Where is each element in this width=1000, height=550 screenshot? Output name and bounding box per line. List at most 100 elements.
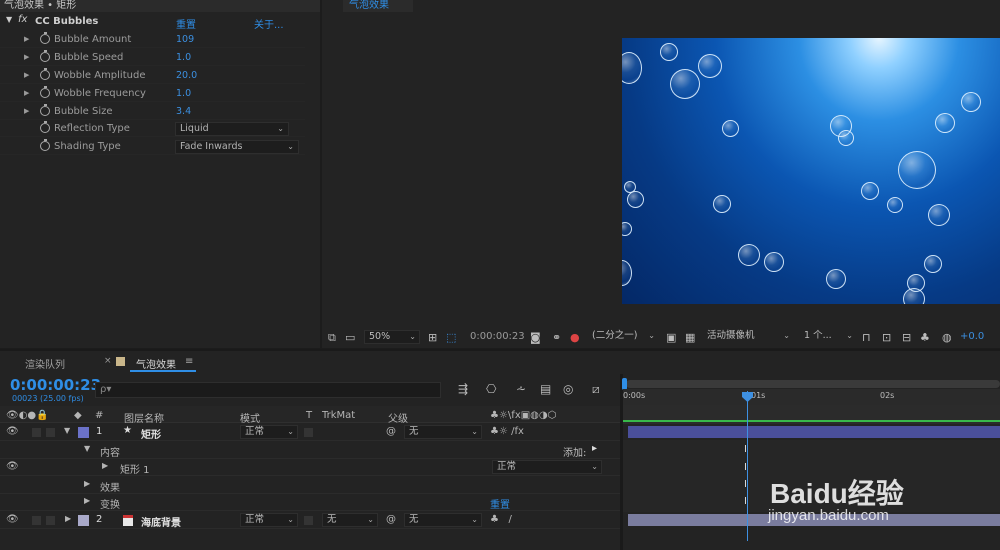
pickwhip-icon[interactable]: @ xyxy=(386,426,396,437)
contents-row[interactable]: ▼ 内容 添加: ▸ xyxy=(0,442,620,459)
effects-row[interactable]: ▶ 效果 xyxy=(0,477,620,494)
camera-dropdown[interactable]: 活动摄像机 ⌄ xyxy=(703,330,793,344)
close-tab-icon[interactable]: × xyxy=(104,356,112,366)
shading-type-dropdown[interactable]: Fade Inwards ⌄ xyxy=(175,140,299,154)
expand-icon[interactable]: ▶ xyxy=(84,496,90,505)
shape-blend-dropdown[interactable]: 正常 ⌄ xyxy=(492,460,602,474)
expand-icon[interactable]: ▶ xyxy=(84,479,90,488)
layer-row-2[interactable]: 👁 ▶ 2 海底背景 正常 ⌄ 无 ⌄ @ 无 ⌄ ♣ / xyxy=(0,512,620,529)
param-value[interactable]: 109 xyxy=(176,31,194,48)
fast-preview-icon[interactable]: ⊓ xyxy=(862,331,871,344)
show-snapshot-icon[interactable]: ⚭ xyxy=(552,331,561,344)
graph-editor-icon[interactable]: ⧄ xyxy=(592,382,600,397)
layer-row-1[interactable]: 👁 ▼ 1 ★ 矩形 正常 ⌄ @ 无 ⌄ ♣☼ /fx xyxy=(0,424,620,441)
expand-icon[interactable]: ▶ xyxy=(24,103,29,120)
trkmat-dropdown[interactable]: 无 ⌄ xyxy=(322,513,378,527)
expand-icon[interactable]: ▶ xyxy=(24,85,29,102)
hierarchy-icon[interactable]: ♣ xyxy=(920,331,930,344)
expand-icon[interactable]: ▶ xyxy=(65,514,71,523)
tab-menu-icon[interactable]: ≡ xyxy=(185,356,193,367)
av-switches-icon[interactable]: 👁◐●🔒 xyxy=(6,410,49,421)
visibility-eye-icon[interactable]: 👁 xyxy=(6,426,19,437)
tab-render-queue[interactable]: 渲染队列 xyxy=(25,356,65,371)
stopwatch-icon[interactable] xyxy=(40,50,50,62)
reflection-type-dropdown[interactable]: Liquid ⌄ xyxy=(175,122,289,136)
transparency-grid-icon[interactable]: ▦ xyxy=(685,331,695,344)
mask-icon[interactable]: ⬚ xyxy=(446,331,456,344)
switches-icon[interactable]: ♣☼\fx▣◍◑⬡ xyxy=(490,410,556,421)
expand-icon[interactable]: ▶ xyxy=(24,67,29,84)
param-value[interactable]: 1.0 xyxy=(176,49,191,66)
fx-icon[interactable]: fx xyxy=(18,14,27,25)
viewer-timecode[interactable]: 0:00:00:23 xyxy=(470,331,525,342)
stopwatch-icon[interactable] xyxy=(40,139,50,151)
exposure-value[interactable]: +0.0 xyxy=(960,331,984,342)
stopwatch-icon[interactable] xyxy=(40,32,50,44)
shape-group-row[interactable]: 👁 ▶ 矩形 1 正常 ⌄ xyxy=(0,459,620,476)
grid-icon[interactable]: ⊞ xyxy=(428,331,437,344)
stopwatch-icon[interactable] xyxy=(40,104,50,116)
visibility-eye-icon[interactable]: 👁 xyxy=(6,514,19,525)
work-area-bar[interactable] xyxy=(626,380,1000,388)
draft-3d-icon[interactable]: ⎔ xyxy=(486,382,496,396)
color-channels-icon[interactable]: ● xyxy=(570,331,580,344)
expand-icon[interactable]: ▶ xyxy=(102,461,108,470)
transform-reset-button[interactable]: 重置 xyxy=(490,496,510,511)
label-icon[interactable]: ◆ xyxy=(74,410,82,421)
param-value[interactable]: 20.0 xyxy=(176,67,197,84)
flowchart-icon[interactable]: ⊟ xyxy=(902,331,911,344)
roi-icon[interactable]: ▣ xyxy=(666,331,676,344)
layer-search-input[interactable]: ρ▾ xyxy=(95,382,441,398)
reset-exposure-icon[interactable]: ◍ xyxy=(942,331,952,344)
motion-blur-icon[interactable]: ◎ xyxy=(563,382,573,396)
stopwatch-icon[interactable] xyxy=(40,86,50,98)
resolution-dropdown[interactable]: (二分之一) ⌄ xyxy=(588,330,658,344)
stopwatch-icon[interactable] xyxy=(40,68,50,80)
expand-icon[interactable]: ▶ xyxy=(24,31,29,48)
param-value[interactable]: 3.4 xyxy=(176,103,191,120)
column-layer-name[interactable]: 图层名称 xyxy=(124,410,164,425)
current-time-display[interactable]: 0:00:00:23 xyxy=(10,376,101,394)
lock-toggle[interactable] xyxy=(46,428,55,437)
composition-flowchart-icon[interactable]: ⇶ xyxy=(458,382,468,396)
time-ruler[interactable] xyxy=(623,389,1000,405)
camera-snapshot-icon[interactable]: ◙ xyxy=(530,331,541,344)
frame-blending-icon[interactable]: ▤ xyxy=(540,382,551,396)
preserve-transparency-toggle[interactable] xyxy=(304,516,313,525)
region-icon[interactable]: ⧉ xyxy=(328,331,336,345)
composition-viewer[interactable] xyxy=(622,38,1000,304)
layer-1-duration-bar[interactable] xyxy=(628,426,1000,438)
solo-toggle[interactable] xyxy=(32,516,41,525)
views-dropdown[interactable]: 1 个... ⌄ xyxy=(800,330,856,344)
about-button[interactable]: 关于... xyxy=(254,16,284,31)
layer-name[interactable]: 矩形 xyxy=(141,426,161,441)
column-t[interactable]: T xyxy=(306,410,312,421)
monitor-icon[interactable]: ▭ xyxy=(345,331,355,344)
preserve-transparency-toggle[interactable] xyxy=(304,428,313,437)
visibility-eye-icon[interactable]: 👁 xyxy=(6,461,19,472)
composition-tab[interactable]: 气泡效果 xyxy=(343,0,413,12)
column-trkmat[interactable]: TrkMat xyxy=(322,410,355,421)
add-button-icon[interactable]: ▸ xyxy=(592,443,597,454)
timeline-icon[interactable]: ⊡ xyxy=(882,331,891,344)
tab-bubble-effect[interactable]: 气泡效果 xyxy=(136,356,176,371)
current-time-indicator[interactable] xyxy=(747,391,748,541)
blend-mode-dropdown[interactable]: 正常 ⌄ xyxy=(240,425,298,439)
parent-dropdown[interactable]: 无 ⌄ xyxy=(404,513,482,527)
collapse-icon[interactable]: ▼ xyxy=(64,426,70,435)
lock-toggle[interactable] xyxy=(46,516,55,525)
blend-mode-dropdown[interactable]: 正常 ⌄ xyxy=(240,513,298,527)
column-parent[interactable]: 父级 xyxy=(388,410,408,425)
expand-icon[interactable]: ▶ xyxy=(24,49,29,66)
layer-name[interactable]: 海底背景 xyxy=(141,514,181,529)
shy-layers-icon[interactable]: ⩪ xyxy=(516,382,526,396)
column-num[interactable]: # xyxy=(95,410,103,421)
layer-switches-icon[interactable]: ♣☼ /fx xyxy=(490,426,524,437)
zoom-dropdown[interactable]: 50% ⌄ xyxy=(364,330,420,344)
collapse-icon[interactable]: ▼ xyxy=(84,444,90,453)
param-value[interactable]: 1.0 xyxy=(176,85,191,102)
pickwhip-icon[interactable]: @ xyxy=(386,514,396,525)
solo-toggle[interactable] xyxy=(32,428,41,437)
shape-name[interactable]: 矩形 1 xyxy=(120,461,150,476)
layer-switches-icon[interactable]: ♣ / xyxy=(490,514,512,525)
